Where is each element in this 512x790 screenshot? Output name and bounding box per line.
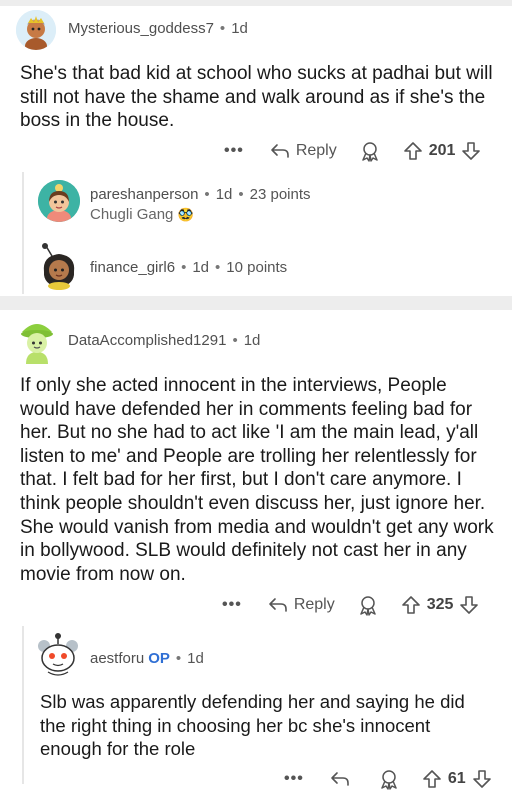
reply-meta: finance_girl6 • 1d • 10 points bbox=[90, 259, 287, 276]
vote-score: 201 bbox=[428, 142, 456, 159]
downvote-arrow-icon[interactable] bbox=[461, 141, 481, 161]
more-dots-icon[interactable]: ••• bbox=[284, 770, 304, 788]
comment-age: 1d bbox=[215, 186, 233, 203]
separator-dot: • bbox=[232, 332, 238, 349]
reply-label: Reply bbox=[295, 142, 337, 159]
more-dots-icon[interactable]: ••• bbox=[224, 142, 244, 160]
comment-points: 10 points bbox=[226, 259, 288, 276]
downvote-arrow-icon[interactable] bbox=[459, 595, 479, 615]
comment-body: Slb was apparently defending her and say… bbox=[40, 691, 465, 760]
comment-actions: ••• Reply 201 bbox=[224, 140, 481, 162]
comment-age: 1d bbox=[243, 332, 261, 349]
username[interactable]: pareshanperson bbox=[90, 186, 198, 203]
separator-dot: • bbox=[204, 186, 210, 203]
username[interactable]: aestforu bbox=[90, 650, 144, 667]
avatar[interactable] bbox=[38, 180, 80, 222]
comment-meta: Mysterious_goddess7 • 1d bbox=[68, 20, 248, 37]
reply-label: Reply bbox=[293, 596, 335, 613]
comment-meta: DataAccomplished1291 • 1d bbox=[68, 332, 260, 349]
thread-line bbox=[22, 626, 24, 784]
avatar[interactable] bbox=[36, 632, 80, 678]
upvote-arrow-icon[interactable] bbox=[403, 141, 423, 161]
comment-separator bbox=[0, 296, 512, 310]
comment-actions: ••• Reply 325 bbox=[222, 594, 479, 616]
vote-score: 325 bbox=[426, 596, 454, 613]
avatar[interactable] bbox=[16, 316, 58, 366]
avatar[interactable] bbox=[38, 242, 80, 290]
reply-button[interactable]: Reply bbox=[270, 142, 337, 160]
reply-button[interactable]: Reply bbox=[268, 596, 335, 614]
separator-dot: • bbox=[175, 650, 182, 667]
downvote-arrow-icon[interactable] bbox=[472, 769, 492, 789]
reply-meta: pareshanperson • 1d • 23 points bbox=[90, 186, 311, 203]
username[interactable]: DataAccomplished1291 bbox=[68, 332, 226, 349]
reply-arrow-icon bbox=[331, 772, 349, 786]
award-icon[interactable] bbox=[359, 140, 381, 162]
op-badge: OP bbox=[148, 650, 170, 667]
comment-age: 1d bbox=[192, 259, 210, 276]
award-icon[interactable] bbox=[378, 768, 400, 790]
vote-score: 61 bbox=[447, 770, 466, 787]
award-icon[interactable] bbox=[357, 594, 379, 616]
comment-age: 1d bbox=[187, 650, 204, 667]
comment-actions: ••• 61 bbox=[284, 768, 492, 790]
more-dots-icon[interactable]: ••• bbox=[222, 596, 242, 614]
thread-line bbox=[22, 172, 24, 294]
reply-button[interactable] bbox=[330, 771, 356, 787]
username[interactable]: finance_girl6 bbox=[90, 259, 175, 276]
comment-body: She's that bad kid at school who sucks a… bbox=[20, 63, 493, 132]
upvote-arrow-icon[interactable] bbox=[422, 769, 442, 789]
separator-top bbox=[0, 0, 512, 6]
username[interactable]: Mysterious_goddess7 bbox=[68, 20, 214, 37]
user-flair: Chugli Gang 🥸 bbox=[90, 206, 194, 223]
flair-emoji-icon: 🥸 bbox=[177, 207, 194, 222]
separator-dot: • bbox=[238, 186, 244, 203]
reply-meta: aestforu OP • 1d bbox=[90, 650, 204, 667]
separator-dot: • bbox=[219, 20, 226, 37]
comment-age: 1d bbox=[231, 20, 248, 37]
avatar[interactable] bbox=[16, 10, 56, 50]
flair-text: Chugli Gang bbox=[90, 206, 174, 223]
reply-arrow-icon bbox=[269, 598, 287, 612]
reply-arrow-icon bbox=[271, 144, 289, 158]
separator-dot: • bbox=[215, 259, 221, 276]
separator-dot: • bbox=[181, 259, 187, 276]
upvote-arrow-icon[interactable] bbox=[401, 595, 421, 615]
comment-points: 23 points bbox=[249, 186, 311, 203]
comment-body: If only she acted innocent in the interv… bbox=[20, 375, 494, 585]
